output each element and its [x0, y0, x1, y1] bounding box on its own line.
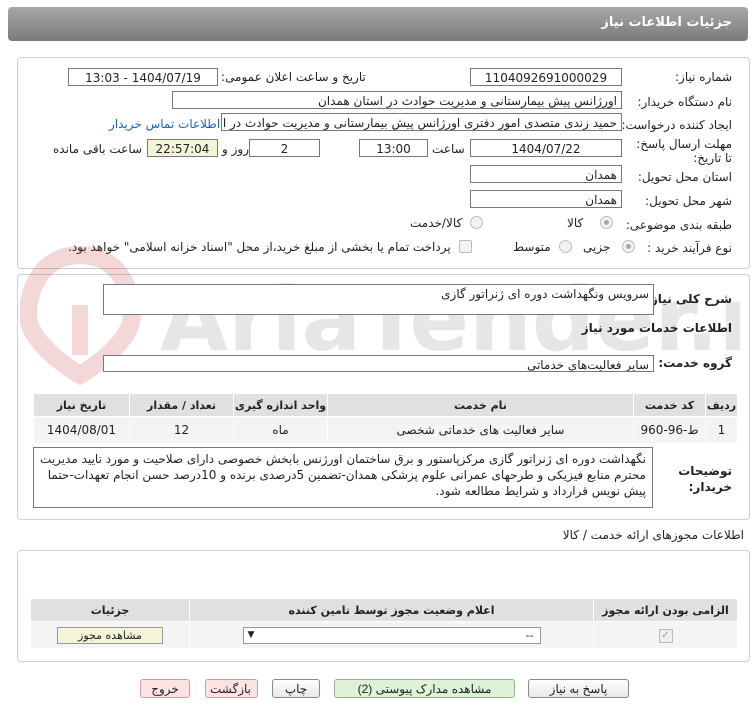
purchase-medium-label: متوسط [513, 240, 551, 254]
remaining-label: ساعت باقی مانده [53, 142, 143, 156]
services-section-title: اطلاعات خدمات مورد نیاز [581, 321, 732, 335]
category-goods-radio[interactable] [600, 216, 613, 229]
service-group-field: سایر فعالیت‌های خدماتی [103, 355, 654, 372]
need-number-field: 1104092691000029 [470, 68, 622, 86]
exit-button[interactable]: خروج [140, 679, 190, 698]
cell-quantity: 12 [129, 416, 234, 444]
treasury-payment-checkbox[interactable] [459, 240, 472, 253]
col-permit-details: جزئیات [30, 598, 190, 622]
table-row: 1 ط-96-960 سایر فعالیت های خدماتی شخصی م… [33, 416, 738, 444]
col-name: نام خدمت [327, 393, 634, 417]
attachments-button[interactable]: مشاهده مدارک پیوستی (2) [334, 679, 515, 698]
deadline-time-field: 13:00 [359, 139, 428, 157]
cell-code: ط-96-960 [633, 416, 706, 444]
deadline-label: مهلت ارسال پاسخ: تا تاریخ: [636, 137, 732, 165]
summary-label: شرح کلی نیاز: [646, 292, 732, 306]
back-button[interactable]: بازگشت [205, 679, 258, 698]
purchase-minor-radio[interactable] [622, 240, 635, 253]
permits-table: الزامی بودن ارائه مجوز اعلام وضعیت مجوز … [30, 598, 738, 649]
required-checkmark-icon: ✓ [658, 629, 673, 643]
cell-date: 1404/08/01 [33, 416, 130, 444]
services-table-header: ردیف کد خدمت نام خدمت واحد اندازه گیری ت… [33, 393, 738, 417]
chevron-down-icon: ▼ [247, 629, 255, 640]
cell-permit-required: ✓ [593, 621, 738, 649]
deadline-date-field: 1404/07/22 [470, 139, 622, 157]
category-goods-service-label: کالا/خدمت [410, 216, 463, 230]
announce-datetime-field: 1404/07/19 - 13:03 [68, 68, 218, 86]
remaining-days-field: 2 [249, 139, 320, 157]
table-row: ✓ -- ▼ مشاهده مجوز [30, 621, 738, 649]
province-field: همدان [470, 165, 622, 183]
treasury-payment-note: پرداخت تمام یا بخشی از مبلغ خرید،از محل … [68, 240, 451, 254]
cell-name: سایر فعالیت های خدماتی شخصی [327, 416, 634, 444]
permit-status-value: -- [525, 628, 534, 642]
service-group-label: گروه خدمت: [658, 356, 732, 370]
need-number-label: شماره نیاز: [675, 70, 732, 84]
city-label: شهر محل تحویل: [645, 194, 732, 208]
city-field: همدان [470, 190, 622, 208]
col-code: کد خدمت [633, 393, 706, 417]
services-table: ردیف کد خدمت نام خدمت واحد اندازه گیری ت… [33, 393, 738, 444]
requester-field: حمید زندی متصدی امور دفتری اورژانس پیش ب… [221, 113, 622, 131]
buyer-notes-field: نگهداشت دوره ای ژنراتور گازی مرکزپاستور … [33, 447, 653, 508]
cell-permit-details: مشاهده مجوز [30, 621, 190, 649]
cell-permit-status: -- ▼ [189, 621, 594, 649]
category-goods-service-radio[interactable] [470, 216, 483, 229]
announce-label: تاریخ و ساعت اعلان عمومی: [221, 70, 366, 84]
category-label: طبقه بندی موضوعی: [625, 218, 732, 232]
buyer-org-label: نام دستگاه خریدار: [637, 95, 733, 109]
requester-label: ایجاد کننده درخواست: [621, 118, 732, 132]
page-title: جزئیات اطلاعات نیاز [601, 15, 732, 30]
buyer-org-field: اورژانس پیش بیمارستانی و مدیریت حوادث در… [172, 91, 622, 109]
permit-status-select[interactable]: -- ▼ [242, 626, 541, 644]
col-unit: واحد اندازه گیری [233, 393, 328, 417]
purchase-type-label: نوع فرآیند خرید : [647, 241, 732, 255]
summary-field: سرویس ونگهداشت دوره ای ژنراتور گازی [103, 284, 654, 315]
cell-unit: ماه [233, 416, 328, 444]
province-label: استان محل تحویل: [637, 170, 732, 184]
title-bar: جزئیات اطلاعات نیاز [8, 7, 748, 41]
view-permit-button[interactable]: مشاهده مجوز [57, 626, 163, 644]
col-quantity: تعداد / مقدار [129, 393, 234, 417]
purchase-medium-radio[interactable] [559, 240, 572, 253]
deadline-time-label: ساعت [432, 142, 465, 156]
buyer-notes-label: توضیحات خریدار: [678, 464, 732, 494]
cell-row: 1 [705, 416, 738, 444]
purchase-minor-label: جزیی [583, 240, 611, 254]
col-row: ردیف [705, 393, 738, 417]
days-label: روز و [222, 142, 249, 156]
remaining-time-field: 22:57:04 [147, 139, 218, 157]
reply-button[interactable]: پاسخ به نیاز [528, 679, 629, 698]
col-permit-required: الزامی بودن ارائه مجوز [593, 598, 738, 622]
buyer-contact-link[interactable]: اطلاعات تماس خریدار [109, 117, 220, 131]
category-goods-label: کالا [567, 216, 584, 230]
permits-section-title: اطلاعات مجوزهای ارائه خدمت / کالا [562, 528, 744, 542]
col-permit-status: اعلام وضعیت مجوز توسط تامین کننده [189, 598, 594, 622]
print-button[interactable]: چاپ [272, 679, 320, 698]
col-date: تاریخ نیاز [33, 393, 130, 417]
permits-table-header: الزامی بودن ارائه مجوز اعلام وضعیت مجوز … [30, 598, 738, 622]
